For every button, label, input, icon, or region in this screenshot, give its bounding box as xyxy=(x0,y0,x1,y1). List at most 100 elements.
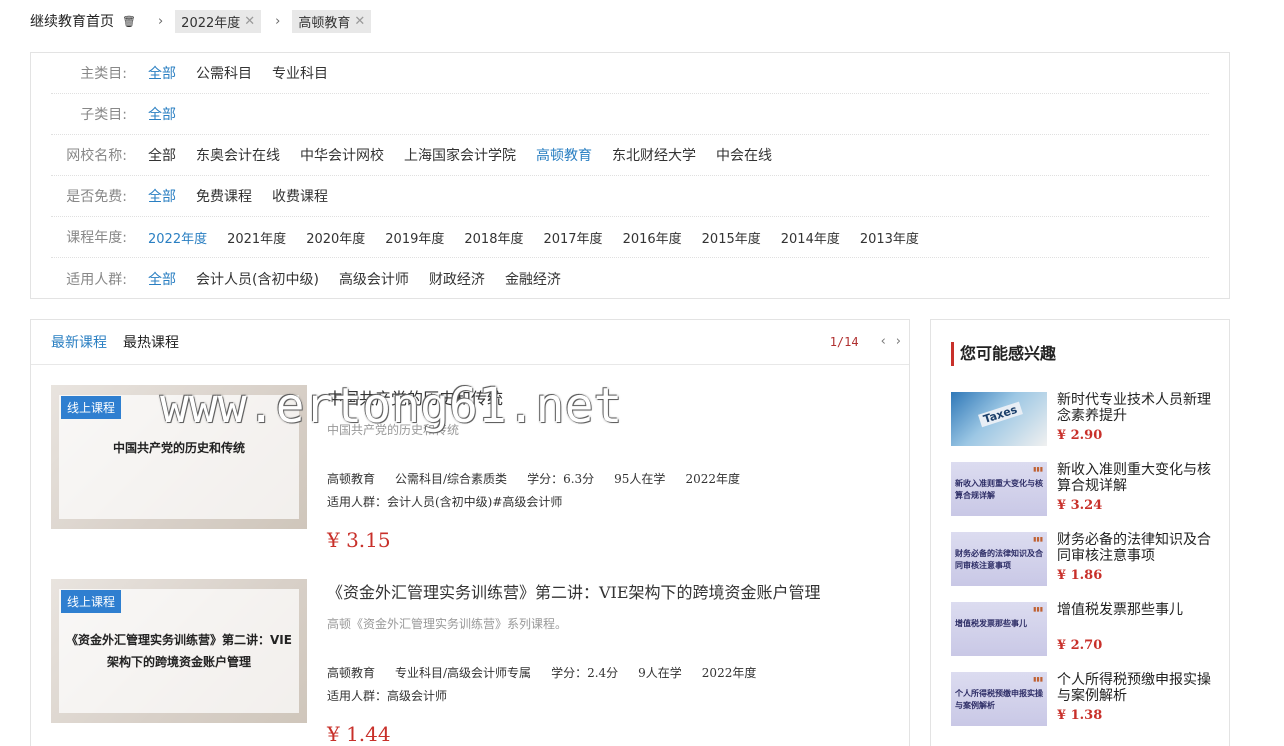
filter-option[interactable]: 2021年度 xyxy=(227,228,286,247)
recommend-info: 增值税发票那些事儿 ¥ 2.70 xyxy=(1057,602,1211,653)
course-subtitle: 高顿《资金外汇管理实务训练营》系列课程。 xyxy=(327,617,568,631)
filter-option[interactable]: 高级会计师 xyxy=(339,269,409,289)
course-thumbnail[interactable]: 线上课程 《资金外汇管理实务训练营》第二讲：VIE架构下的跨境资金账户管理 xyxy=(51,579,307,723)
course-price: ¥ 1.44 xyxy=(327,722,391,746)
recommend-name[interactable]: 新收入准则重大变化与核算合规详解 xyxy=(1057,462,1211,494)
recommend-price: ¥ 2.70 xyxy=(1057,638,1103,653)
next-page-button[interactable]: › xyxy=(896,334,901,349)
breadcrumb-tag-year[interactable]: 2022年度 ✕ xyxy=(175,9,262,33)
recommend-thumbnail[interactable]: Taxes xyxy=(951,392,1047,446)
brand-logo-icon: ▮▮▮ xyxy=(1033,676,1043,683)
course-title[interactable]: 《资金外汇管理实务训练营》第二讲：VIE架构下的跨境资金账户管理 xyxy=(327,579,897,603)
breadcrumb-home-link[interactable]: 继续教育首页 xyxy=(30,11,114,31)
filter-option[interactable]: 全部 xyxy=(148,186,176,206)
filter-option[interactable]: 会计人员(含初中级) xyxy=(196,269,319,289)
trash-icon[interactable]: 🗑 xyxy=(122,15,136,28)
course-learners: 9人在学 xyxy=(638,666,682,680)
recommend-thumbnail[interactable]: ▮▮▮ 增值税发票那些事儿 xyxy=(951,602,1047,656)
recommend-price: ¥ 1.38 xyxy=(1057,708,1103,723)
sidebar-title: 您可能感兴趣 xyxy=(951,342,1056,366)
course-item[interactable]: 线上课程 《资金外汇管理实务训练营》第二讲：VIE架构下的跨境资金账户管理 《资… xyxy=(51,579,891,746)
recommend-info: 财务必备的法律知识及合同审核注意事项 ¥ 1.86 xyxy=(1057,532,1211,583)
close-icon[interactable]: ✕ xyxy=(354,14,365,29)
recommend-item[interactable]: Taxes 新时代专业技术人员新理念素养提升 ¥ 2.90 xyxy=(951,392,1211,446)
course-audience: 适用人群：会计人员(含初中级)#高级会计师 xyxy=(327,495,563,509)
course-item[interactable]: 线上课程 中国共产党的历史和传统 中国共产党的历史和传统 中国共产党的历史和传统… xyxy=(51,385,891,552)
course-title[interactable]: 中国共产党的历史和传统 xyxy=(327,385,897,409)
recommend-name[interactable]: 财务必备的法律知识及合同审核注意事项 xyxy=(1057,532,1211,564)
filter-option[interactable]: 2016年度 xyxy=(623,228,682,247)
course-school: 高顿教育 xyxy=(327,472,376,486)
filter-option[interactable]: 收费课程 xyxy=(272,186,328,206)
filter-option[interactable]: 2017年度 xyxy=(543,228,602,247)
recommend-price: ¥ 2.90 xyxy=(1057,428,1103,443)
chevron-right-icon: › xyxy=(275,13,281,29)
course-subtitle: 中国共产党的历史和传统 xyxy=(327,423,460,437)
recommend-item[interactable]: ▮▮▮ 个人所得税预缴申报实操与案例解析 个人所得税预缴申报实操与案例解析 ¥ … xyxy=(951,672,1211,726)
course-school: 高顿教育 xyxy=(327,666,376,680)
course-category: 专业科目/高级会计师专属 xyxy=(395,666,532,680)
filter-option[interactable]: 全部 xyxy=(148,145,176,165)
filter-option[interactable]: 财政经济 xyxy=(429,269,485,289)
course-meta: 高顿教育 公需科目/综合素质类 学分：6.3分 95人在学 2022年度 xyxy=(327,470,897,487)
filter-option[interactable]: 上海国家会计学院 xyxy=(404,145,516,165)
filter-option[interactable]: 金融经济 xyxy=(505,269,561,289)
recommend-name[interactable]: 个人所得税预缴申报实操与案例解析 xyxy=(1057,672,1211,704)
filter-option[interactable]: 中华会计网校 xyxy=(300,145,384,165)
filter-option[interactable]: 2014年度 xyxy=(781,228,840,247)
thumbnail-text: 新收入准则重大变化与核算合规详解 xyxy=(955,479,1043,500)
course-category: 公需科目/综合素质类 xyxy=(395,472,508,486)
recommend-item[interactable]: ▮▮▮ 新收入准则重大变化与核算合规详解 新收入准则重大变化与核算合规详解 ¥ … xyxy=(951,462,1211,516)
prev-page-button[interactable]: ‹ xyxy=(881,334,886,349)
recommend-thumbnail[interactable]: ▮▮▮ 个人所得税预缴申报实操与案例解析 xyxy=(951,672,1047,726)
filter-option[interactable]: 高顿教育 xyxy=(536,145,592,165)
filter-option[interactable]: 2018年度 xyxy=(464,228,523,247)
filter-option[interactable]: 2019年度 xyxy=(385,228,444,247)
recommend-sidebar: 您可能感兴趣 Taxes 新时代专业技术人员新理念素养提升 ¥ 2.90 ▮▮▮… xyxy=(930,319,1230,746)
breadcrumb-tag-label: 高顿教育 xyxy=(298,15,351,31)
filter-option[interactable]: 专业科目 xyxy=(272,63,328,83)
tab-newest[interactable]: 最新课程 xyxy=(51,332,107,352)
course-audience: 适用人群：高级会计师 xyxy=(327,689,448,703)
filter-option[interactable]: 全部 xyxy=(148,63,176,83)
filter-option[interactable]: 免费课程 xyxy=(196,186,252,206)
recommend-name[interactable]: 新时代专业技术人员新理念素养提升 xyxy=(1057,392,1211,424)
filter-option[interactable]: 全部 xyxy=(148,269,176,289)
course-meta: 高顿教育 专业科目/高级会计师专属 学分：2.4分 9人在学 2022年度 xyxy=(327,664,897,681)
recommend-info: 新收入准则重大变化与核算合规详解 ¥ 3.24 xyxy=(1057,462,1211,513)
tab-hottest[interactable]: 最热课程 xyxy=(123,332,179,352)
filter-option[interactable]: 全部 xyxy=(148,104,176,124)
filter-option[interactable]: 2013年度 xyxy=(860,228,919,247)
thumbnail-text: 财务必备的法律知识及合同审核注意事项 xyxy=(955,549,1043,570)
recommend-thumbnail[interactable]: ▮▮▮ 财务必备的法律知识及合同审核注意事项 xyxy=(951,532,1047,586)
thumbnail-text: 增值税发票那些事儿 xyxy=(955,619,1027,628)
course-learners: 95人在学 xyxy=(614,472,666,486)
recommend-name[interactable]: 增值税发票那些事儿 xyxy=(1057,602,1211,618)
recommend-info: 新时代专业技术人员新理念素养提升 ¥ 2.90 xyxy=(1057,392,1211,443)
recommend-item[interactable]: ▮▮▮ 增值税发票那些事儿 增值税发票那些事儿 ¥ 2.70 xyxy=(951,602,1211,656)
recommend-price: ¥ 1.86 xyxy=(1057,568,1103,583)
online-course-badge: 线上课程 xyxy=(61,396,122,419)
filter-panel: 主类目: 全部 公需科目 专业科目 子类目: 全部 网校名称: 全部 东奥会计在… xyxy=(30,52,1230,299)
course-thumbnail[interactable]: 线上课程 中国共产党的历史和传统 xyxy=(51,385,307,529)
filter-row-main-category: 主类目: 全部 公需科目 专业科目 xyxy=(51,53,1209,94)
pager: 1/14 ‹ › xyxy=(830,334,901,349)
filter-option[interactable]: 中会在线 xyxy=(716,145,772,165)
recommend-price: ¥ 3.24 xyxy=(1057,498,1103,513)
course-credit: 学分：2.4分 xyxy=(551,666,619,680)
brand-logo-icon: ▮▮▮ xyxy=(1033,536,1043,543)
filter-option[interactable]: 东奥会计在线 xyxy=(196,145,280,165)
recommend-thumbnail[interactable]: ▮▮▮ 新收入准则重大变化与核算合规详解 xyxy=(951,462,1047,516)
course-year: 2022年度 xyxy=(685,472,740,486)
filter-option[interactable]: 2020年度 xyxy=(306,228,365,247)
filter-option[interactable]: 2022年度 xyxy=(148,228,207,247)
filter-option[interactable]: 2015年度 xyxy=(702,228,761,247)
page-indicator: 1/14 xyxy=(829,334,859,349)
filter-row-audience: 适用人群: 全部 会计人员(含初中级) 高级会计师 财政经济 金融经济 xyxy=(51,258,1209,299)
filter-option[interactable]: 公需科目 xyxy=(196,63,252,83)
filter-option[interactable]: 东北财经大学 xyxy=(612,145,696,165)
breadcrumb-tag-label: 2022年度 xyxy=(181,15,241,31)
breadcrumb-tag-school[interactable]: 高顿教育 ✕ xyxy=(292,9,372,33)
close-icon[interactable]: ✕ xyxy=(244,14,255,29)
recommend-item[interactable]: ▮▮▮ 财务必备的法律知识及合同审核注意事项 财务必备的法律知识及合同审核注意事… xyxy=(951,532,1211,586)
